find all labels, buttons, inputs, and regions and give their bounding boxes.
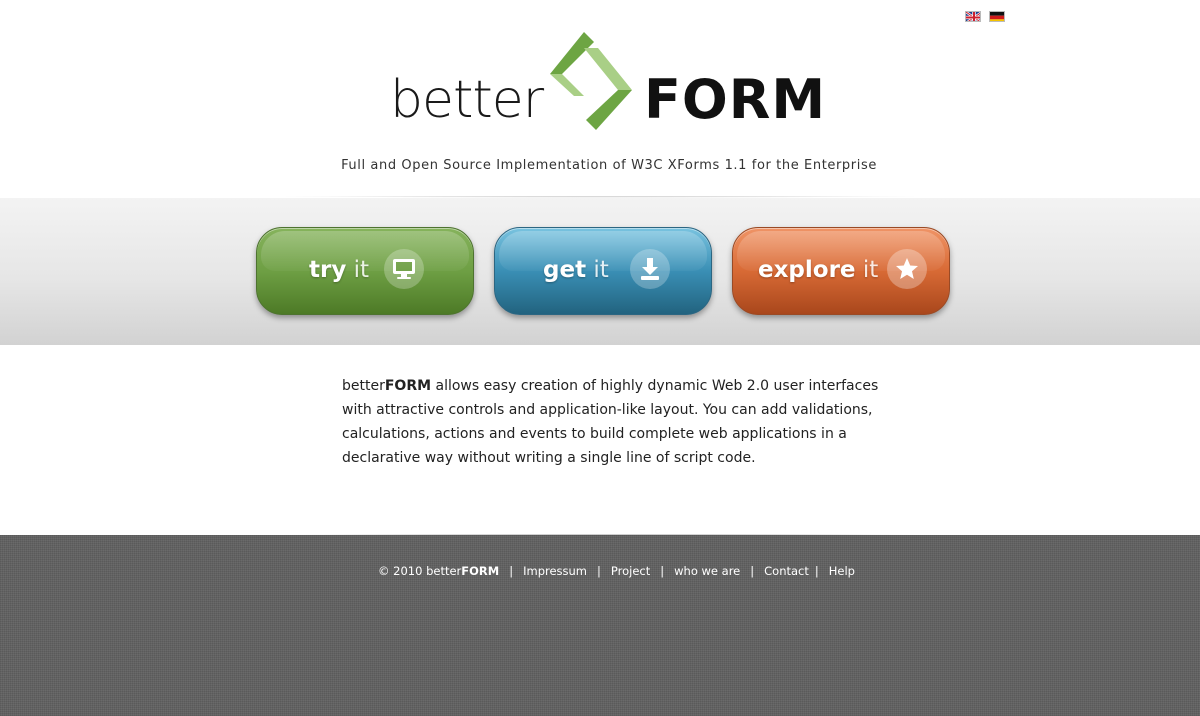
language-switcher: [965, 11, 1005, 22]
footer-link-contact[interactable]: Contact: [764, 564, 809, 578]
copyright-prefix: © 2010 better: [378, 564, 462, 578]
english-flag-icon[interactable]: [965, 11, 981, 22]
star-icon: [887, 249, 927, 289]
explore-it-label: explore it: [758, 255, 878, 285]
get-it-label-light: it: [593, 257, 609, 283]
footer-shadow-divider: [150, 534, 1050, 542]
footer-separator: |: [509, 564, 514, 578]
explore-it-label-light: it: [862, 257, 879, 283]
german-flag-icon[interactable]: [989, 11, 1005, 22]
explore-it-label-bold: explore: [758, 257, 856, 283]
tagline: Full and Open Source Implementation of W…: [341, 158, 877, 173]
try-it-label: try it: [309, 255, 369, 285]
header: better FORM Full and Open Source Impleme…: [0, 0, 1200, 198]
logo-mark-icon: [550, 32, 632, 130]
footer-link-project[interactable]: Project: [611, 564, 650, 578]
footer: © 2010 betterFORM | Impressum | Project …: [0, 534, 1200, 716]
logo-text-form: FORM: [644, 68, 827, 131]
intro-text: betterFORM allows easy creation of highl…: [342, 374, 902, 470]
footer-link-who-we-are[interactable]: who we are: [674, 564, 740, 578]
monitor-icon: [384, 249, 424, 289]
logo-text-better: better: [390, 70, 544, 130]
download-icon: [630, 249, 670, 289]
explore-it-button[interactable]: explore it: [732, 227, 950, 315]
betterform-logo[interactable]: better FORM: [390, 30, 825, 132]
footer-separator: |: [597, 564, 601, 578]
action-band: try it get it explore it: [0, 196, 1200, 345]
intro-brand-bold: FORM: [384, 378, 432, 394]
footer-separator: |: [660, 564, 665, 578]
footer-link-help[interactable]: Help: [829, 564, 855, 578]
try-it-button[interactable]: try it: [256, 227, 474, 315]
footer-links: © 2010 betterFORM | Impressum | Project …: [378, 563, 855, 579]
copyright: © 2010 betterFORM: [378, 564, 499, 578]
footer-separator: |: [750, 564, 755, 578]
footer-link-impressum[interactable]: Impressum: [523, 564, 587, 578]
copyright-brand: FORM: [461, 564, 500, 578]
get-it-label: get it: [543, 255, 609, 285]
intro-brand-light: better: [342, 378, 385, 394]
get-it-label-bold: get: [543, 257, 587, 283]
band-shadow-divider: [150, 196, 1050, 204]
try-it-label-bold: try: [309, 257, 347, 283]
footer-separator: |: [814, 564, 819, 578]
page: better FORM Full and Open Source Impleme…: [0, 0, 1200, 716]
get-it-button[interactable]: get it: [494, 227, 712, 315]
try-it-label-light: it: [353, 257, 370, 283]
